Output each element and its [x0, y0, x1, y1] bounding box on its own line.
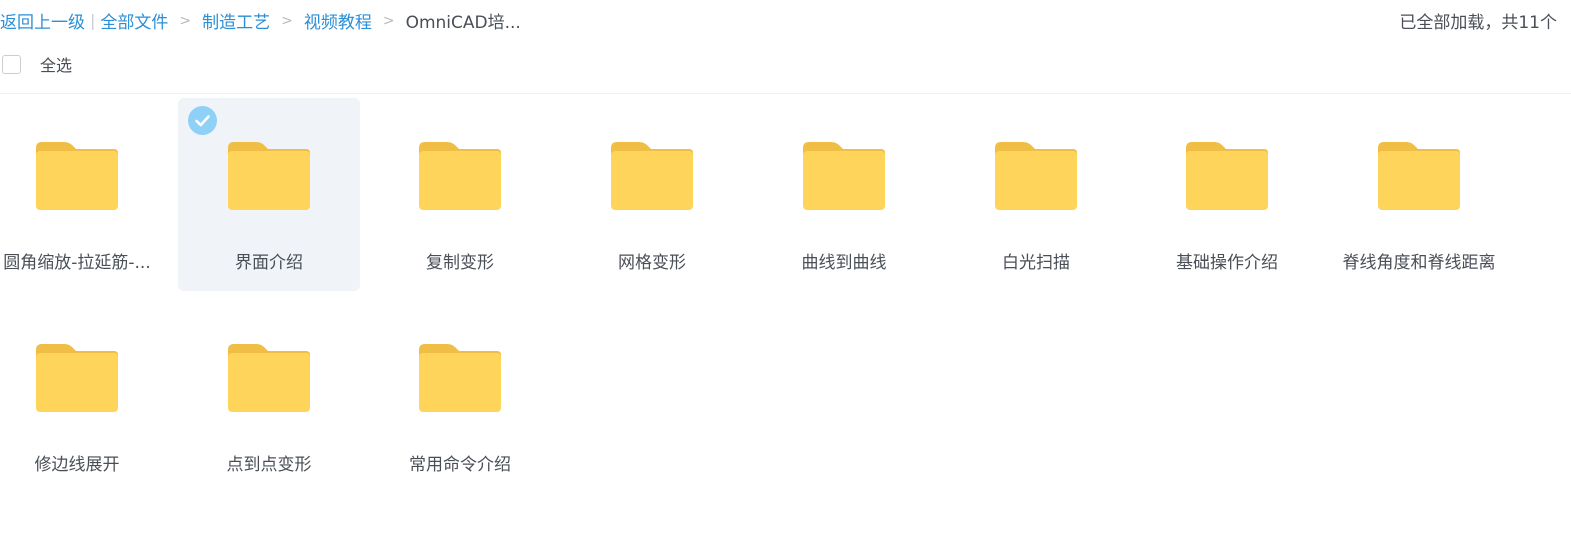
folder-item[interactable]: 点到点变形 — [178, 300, 360, 493]
folder-name[interactable]: 常用命令介绍 — [369, 450, 551, 475]
breadcrumb-divider: | — [90, 11, 96, 30]
folder-item[interactable]: 白光扫描 — [945, 98, 1127, 291]
check-circle-icon[interactable] — [188, 106, 217, 135]
folder-item[interactable]: 网格变形 — [561, 98, 743, 291]
select-all-checkbox[interactable] — [2, 54, 21, 74]
breadcrumb-all-files[interactable]: 全部文件 — [100, 8, 168, 33]
breadcrumb-separator: > — [382, 12, 395, 29]
folder-item[interactable]: 常用命令介绍 — [369, 300, 551, 493]
folder-icon — [993, 140, 1079, 212]
folder-name[interactable]: 修边线展开 — [0, 450, 168, 475]
folder-item[interactable]: 修边线展开 — [0, 300, 168, 493]
folder-icon — [417, 140, 503, 212]
breadcrumb-separator: > — [281, 12, 293, 29]
breadcrumb-separator: > — [179, 12, 192, 29]
top-bar: 返回上一级 | 全部文件 > 制造工艺 > 视频教程 > OmniCAD培...… — [0, 0, 1571, 40]
folder-name[interactable]: 界面介绍 — [178, 248, 360, 273]
folder-item[interactable]: 复制变形 — [369, 98, 551, 291]
divider — [0, 93, 1571, 94]
folder-icon — [1376, 140, 1462, 212]
folder-name[interactable]: 基础操作介绍 — [1136, 248, 1318, 273]
folder-icon — [34, 342, 120, 414]
back-link[interactable]: 返回上一级 — [0, 8, 85, 33]
folder-item[interactable]: 圆角缩放-拉延筋-... — [0, 98, 168, 291]
folder-item[interactable]: 曲线到曲线 — [753, 98, 935, 291]
load-status: 已全部加载，共11个 — [1399, 13, 1557, 33]
folder-name[interactable]: 点到点变形 — [178, 450, 360, 475]
folder-icon — [417, 342, 503, 414]
breadcrumb-current: OmniCAD培... — [405, 13, 521, 33]
breadcrumb-manufacturing[interactable]: 制造工艺 — [202, 8, 270, 33]
folder-name[interactable]: 曲线到曲线 — [753, 248, 935, 273]
select-all-bar: 全选 — [0, 52, 72, 76]
folder-item[interactable]: 基础操作介绍 — [1136, 98, 1318, 291]
breadcrumb: 返回上一级 | 全部文件 > 制造工艺 > 视频教程 > OmniCAD培... — [0, 8, 521, 33]
folder-icon — [1184, 140, 1270, 212]
folder-item[interactable]: 界面介绍 — [178, 98, 360, 291]
folder-icon — [801, 140, 887, 212]
folder-icon — [34, 140, 120, 212]
folder-icon — [226, 140, 312, 212]
breadcrumb-video-tutorials[interactable]: 视频教程 — [304, 8, 372, 33]
folder-name[interactable]: 网格变形 — [561, 248, 743, 273]
folder-name[interactable]: 圆角缩放-拉延筋-... — [0, 248, 168, 273]
folder-item[interactable]: 脊线角度和脊线距离 — [1328, 98, 1510, 291]
folder-name[interactable]: 复制变形 — [369, 248, 551, 273]
folder-name[interactable]: 白光扫描 — [945, 248, 1127, 273]
select-all-label[interactable]: 全选 — [40, 52, 72, 76]
folder-icon — [226, 342, 312, 414]
folder-name[interactable]: 脊线角度和脊线距离 — [1328, 248, 1510, 273]
folder-icon — [609, 140, 695, 212]
